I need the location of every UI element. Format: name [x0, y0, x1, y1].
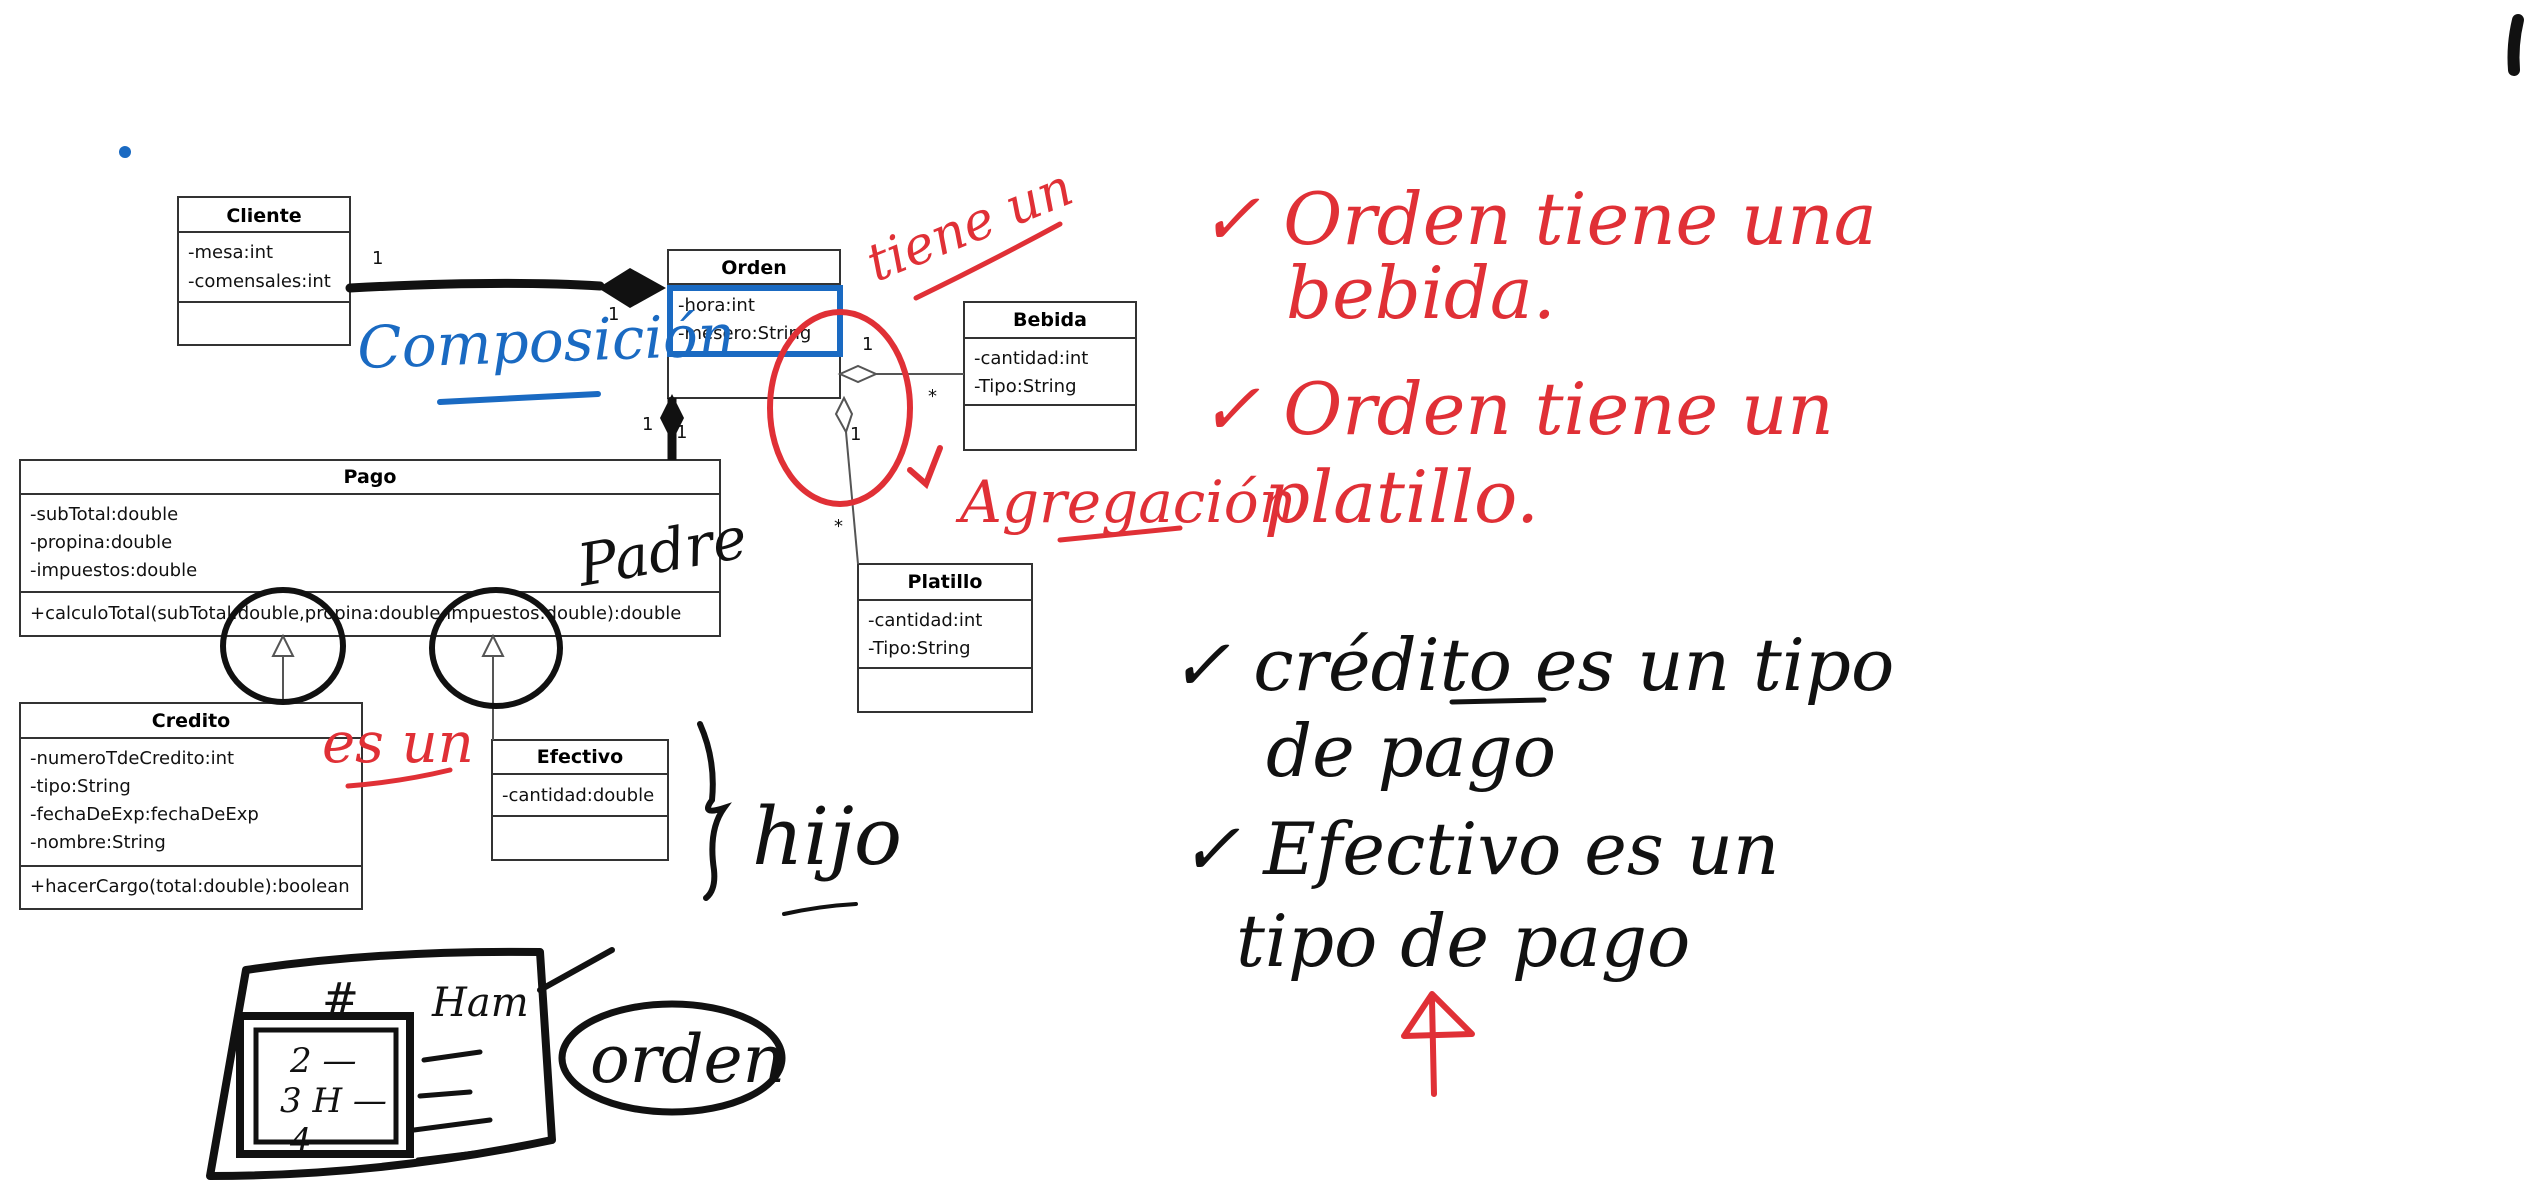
class-name: Bebida [1013, 309, 1087, 331]
multiplicity-label: * [928, 386, 937, 407]
ticket-sketch: # Ham 2 — 3 H — 4 — orden [206, 947, 786, 1180]
multiplicity-label: 1 [850, 424, 861, 445]
multiplicity-label: * [834, 516, 843, 537]
composition-diamond [598, 268, 666, 308]
class-efectivo: Efectivo -cantidad:double [491, 739, 669, 861]
class-attribute: -cantidad:double [502, 785, 654, 806]
ticket-line: 3 H — [280, 1081, 387, 1121]
inheritance-arrow [271, 633, 295, 657]
annotation-credito-1: ✓ crédito es un tipo [1170, 623, 1894, 707]
annotation-credito-2: de pago [1266, 709, 1556, 793]
multiplicity-label: 1 [372, 248, 383, 269]
class-attribute: -Tipo:String [868, 638, 971, 659]
underline [782, 902, 858, 916]
class-credito: Credito -numeroTdeCredito:int -tipo:Stri… [19, 702, 363, 910]
annotation-orden-bebida-1: ✓ Orden tiene una [1200, 177, 1877, 261]
annotation-efectivo-2: tipo de pago [1236, 899, 1690, 983]
class-platillo: Platillo -cantidad:int -Tipo:String [857, 563, 1033, 713]
ticket-sketch-label: Ham [431, 980, 529, 1026]
annotation-agregacion: Agregación [955, 468, 1296, 536]
brace-icon [697, 721, 732, 901]
aggregation-orden-platillo [834, 395, 859, 565]
generalization-efectivo-pago [481, 633, 505, 740]
class-name: Credito [152, 710, 230, 732]
multiplicity-label: 1 [676, 422, 687, 443]
multiplicity-label: 1 [642, 414, 653, 435]
annotation-es-un: es un [322, 711, 474, 776]
ticket-line: 4 — [289, 1121, 356, 1161]
class-attribute: -comensales:int [188, 271, 331, 292]
inheritance-arrow [481, 633, 505, 657]
class-method: +calculoTotal(subTotal:double,propina:do… [30, 603, 681, 624]
whiteboard-canvas: Cliente -mesa:int -comensales:int Orden … [0, 0, 2540, 1199]
annotation-composicion: Composición [356, 301, 736, 382]
class-cliente: Cliente -mesa:int -comensales:int [177, 196, 351, 346]
annotation-orden-platillo-1: ✓ Orden tiene un [1200, 367, 1834, 451]
aggregation-diamond [837, 364, 879, 384]
class-bebida: Bebida -cantidad:int -Tipo:String [963, 301, 1137, 451]
class-attribute: -numeroTdeCredito:int [30, 748, 234, 769]
red-arrow-up-icon [1401, 991, 1475, 1097]
annotation-hijo: hijo [752, 790, 902, 883]
annotation-orden-platillo-2: platillo. [1264, 455, 1539, 539]
class-method: +hacerCargo(total:double):boolean [30, 876, 350, 897]
generalization-credito-pago [271, 633, 295, 703]
multiplicity-label: 1 [862, 334, 873, 355]
class-attribute: -subTotal:double [30, 504, 178, 525]
class-name: Efectivo [537, 746, 623, 768]
class-attribute: -nombre:String [30, 832, 166, 853]
class-attribute: -propina:double [30, 532, 172, 553]
class-name: Cliente [226, 205, 301, 227]
class-attribute: -tipo:String [30, 776, 131, 797]
class-attribute: -impuestos:double [30, 560, 197, 581]
class-attribute: -fechaDeExp:fechaDeExp [30, 804, 259, 825]
class-name: Orden [721, 257, 787, 279]
class-attribute: -cantidad:int [974, 348, 1088, 369]
annotation-efectivo-1: ✓ Efectivo es un [1180, 807, 1779, 891]
ticket-label: orden [590, 1021, 785, 1098]
corner-mark [2507, 14, 2524, 76]
class-name: Platillo [908, 571, 983, 593]
class-attribute: -Tipo:String [974, 376, 1077, 397]
check-icon [907, 445, 943, 490]
class-attribute: -mesa:int [188, 242, 273, 263]
blue-dot [119, 146, 131, 158]
annotation-orden-bebida-2: bebida. [1286, 251, 1556, 335]
ticket-hash: # [322, 974, 359, 1025]
composition-cliente-orden [345, 268, 666, 308]
ticket-line: 2 — [289, 1041, 356, 1081]
uml-diagram: Cliente -mesa:int -comensales:int Orden … [19, 14, 2524, 1180]
class-name: Pago [344, 466, 397, 488]
class-attribute: -cantidad:int [868, 610, 982, 631]
underline [1449, 697, 1547, 705]
underline [437, 391, 601, 405]
